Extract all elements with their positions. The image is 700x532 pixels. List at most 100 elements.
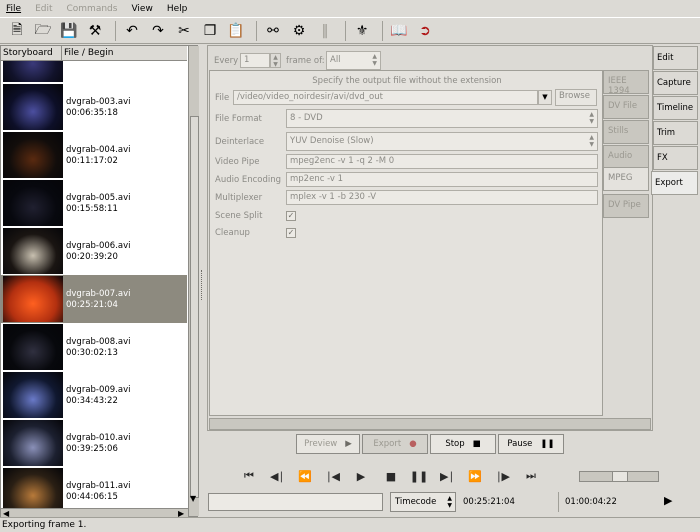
storyboard-row[interactable]: dvgrab-010.avi 00:39:25:06 — [1, 419, 187, 467]
new-icon[interactable]: 🗎 — [6, 20, 28, 42]
deinterlace-select[interactable]: YUV Denoise (Slow) ▲ ▼ — [286, 132, 598, 151]
scene-thumbnail[interactable] — [3, 276, 63, 322]
storyboard-row[interactable]: dvgrab-011.avi 00:44:06:15 — [1, 467, 187, 508]
join-scenes-icon[interactable]: ⚙ — [288, 20, 310, 42]
scene-filename: dvgrab-003.avi — [66, 97, 131, 107]
previous-scene-icon[interactable]: ◀∣ — [265, 462, 289, 490]
mode-tab-fx[interactable]: FX — [653, 146, 698, 170]
every-frames-spinner[interactable]: ▲ ▼ — [270, 53, 281, 68]
position-scrubber[interactable] — [208, 493, 383, 511]
scene-thumbnail[interactable] — [3, 132, 63, 178]
storyboard-vertical-scrollbar[interactable]: ▼ — [188, 46, 199, 516]
go-to-end-icon[interactable]: ⏭ — [519, 462, 543, 490]
effects-icon[interactable]: ⚜ — [351, 20, 373, 42]
storyboard-column-header[interactable]: Storyboard — [1, 46, 62, 60]
pane-splitter[interactable] — [199, 45, 206, 517]
file-begin-column-header[interactable]: File / Begin — [62, 46, 187, 60]
cleanup-checkbox[interactable]: ✓ — [286, 228, 296, 238]
export-tab-dv-pipe[interactable]: DV Pipe — [603, 194, 649, 218]
file-format-label: File Format — [215, 114, 262, 124]
scene-thumbnail[interactable] — [3, 468, 63, 508]
undo-icon[interactable]: ↶ — [121, 20, 143, 42]
play-icon[interactable]: ▶ — [349, 462, 373, 490]
storyboard-row[interactable]: dvgrab-003.avi 00:06:35:18 — [1, 83, 187, 131]
browse-button[interactable]: Browse — [555, 89, 597, 106]
scene-split-checkbox[interactable]: ✓ — [286, 211, 296, 221]
copy-icon[interactable]: ❐ — [199, 20, 221, 42]
shuttle-slider-handle[interactable] — [612, 472, 628, 481]
toolbar-separator — [256, 20, 257, 41]
go-to-start-icon[interactable]: ⏮ — [237, 462, 261, 490]
storyboard-row[interactable]: dvgrab-006.avi 00:20:39:20 — [1, 227, 187, 275]
menu-edit[interactable]: Edit — [35, 4, 52, 14]
mode-tab-edit[interactable]: Edit — [653, 46, 698, 70]
mode-tab-capture[interactable]: Capture — [653, 71, 698, 95]
scroll-down-icon[interactable]: ▼ — [190, 494, 196, 503]
stop-button[interactable]: Stop ■ — [430, 434, 496, 454]
rewind-icon[interactable]: ⏪ — [293, 462, 317, 490]
exit-icon[interactable]: ➲ — [414, 20, 436, 42]
scene-thumbnail[interactable] — [3, 84, 63, 130]
scene-filename: dvgrab-005.avi — [66, 193, 131, 203]
pause-icon: ❚❚ — [540, 439, 555, 449]
storyboard-row[interactable]: dvgrab-007.avi 00:25:21:04 — [1, 275, 187, 323]
storyboard-row[interactable] — [1, 61, 187, 83]
export-tab-dv-file[interactable]: DV File — [603, 95, 649, 119]
scene-thumbnail[interactable] — [3, 372, 63, 418]
pause-button[interactable]: Pause ❚❚ — [498, 434, 564, 454]
video-pipe-input[interactable]: mpeg2enc -v 1 -q 2 -M 0 — [286, 154, 598, 169]
step-forward-icon[interactable]: ▶∣ — [435, 462, 459, 490]
scene-info: dvgrab-005.avi 00:15:58:11 — [66, 193, 131, 215]
open-icon[interactable]: 🗁 — [32, 20, 54, 42]
scene-info: dvgrab-007.avi 00:25:21:04 — [66, 289, 131, 311]
storyboard-row[interactable]: dvgrab-009.avi 00:34:43:22 — [1, 371, 187, 419]
scene-thumbnail[interactable] — [3, 61, 63, 82]
export-tab-ieee-1394[interactable]: IEEE 1394 — [603, 70, 649, 96]
pause-icon[interactable]: ❚❚ — [407, 462, 431, 490]
export-button[interactable]: Export ● — [362, 434, 428, 454]
scene-thumbnail[interactable] — [3, 180, 63, 226]
scene-info: dvgrab-009.avi 00:34:43:22 — [66, 385, 131, 407]
export-tab-stills[interactable]: Stills — [603, 120, 649, 144]
every-frames-input[interactable]: 1 — [240, 53, 270, 68]
mode-tab-trim[interactable]: Trim — [653, 121, 698, 145]
multiplexer-input[interactable]: mplex -v 1 -b 230 -V — [286, 190, 598, 205]
redo-icon[interactable]: ↷ — [147, 20, 169, 42]
export-tab-audio[interactable]: Audio — [603, 145, 649, 169]
help-icon[interactable]: 📖 — [388, 20, 410, 42]
scrollbar-thumb[interactable] — [190, 116, 199, 498]
scene-thumbnail[interactable] — [3, 228, 63, 274]
paste-icon[interactable]: 📋 — [225, 20, 247, 42]
mode-tab-timeline[interactable]: Timeline — [653, 96, 698, 120]
step-back-icon[interactable]: ∣◀ — [321, 462, 345, 490]
export-tab-mpeg[interactable]: MPEG — [603, 167, 649, 191]
preferences-icon[interactable]: ⚒ — [84, 20, 106, 42]
output-file-input[interactable]: /video/video_noirdesir/avi/dvd_out — [233, 90, 538, 105]
save-icon[interactable]: 💾 — [58, 20, 80, 42]
storyboard-row[interactable]: dvgrab-008.avi 00:30:02:13 — [1, 323, 187, 371]
shuttle-slider[interactable] — [579, 471, 659, 482]
file-history-dropdown-icon[interactable]: ▼ — [538, 90, 552, 105]
storyboard-row[interactable]: dvgrab-005.avi 00:15:58:11 — [1, 179, 187, 227]
storyboard-row[interactable]: dvgrab-004.avi 00:11:17:02 — [1, 131, 187, 179]
cut-icon[interactable]: ✂ — [173, 20, 195, 42]
stop-icon[interactable]: ■ — [379, 462, 403, 490]
preview-button[interactable]: Preview ▶ — [296, 434, 360, 454]
menu-commands[interactable]: Commands — [67, 4, 118, 14]
audio-encoding-input[interactable]: mp2enc -v 1 — [286, 172, 598, 187]
menu-file[interactable]: File — [6, 4, 21, 14]
file-format-select[interactable]: 8 - DVD ▲ ▼ — [286, 109, 598, 128]
frame-range-select[interactable]: All ▲ ▼ — [326, 51, 381, 70]
play-scene-icon[interactable]: ▶ — [664, 494, 672, 507]
cut-range-icon[interactable]: ‖ — [314, 20, 336, 42]
mode-tab-export[interactable]: Export — [651, 171, 698, 195]
fast-forward-icon[interactable]: ⏩ — [463, 462, 487, 490]
scene-thumbnail[interactable] — [3, 420, 63, 466]
frame-range-value: All — [330, 55, 341, 65]
menu-help[interactable]: Help — [167, 4, 188, 14]
time-format-select[interactable]: Timecode ▲ ▼ — [390, 492, 456, 512]
scene-thumbnail[interactable] — [3, 324, 63, 370]
next-scene-icon[interactable]: ∣▶ — [491, 462, 515, 490]
split-scene-icon[interactable]: ⚯ — [262, 20, 284, 42]
menu-view[interactable]: View — [131, 4, 152, 14]
